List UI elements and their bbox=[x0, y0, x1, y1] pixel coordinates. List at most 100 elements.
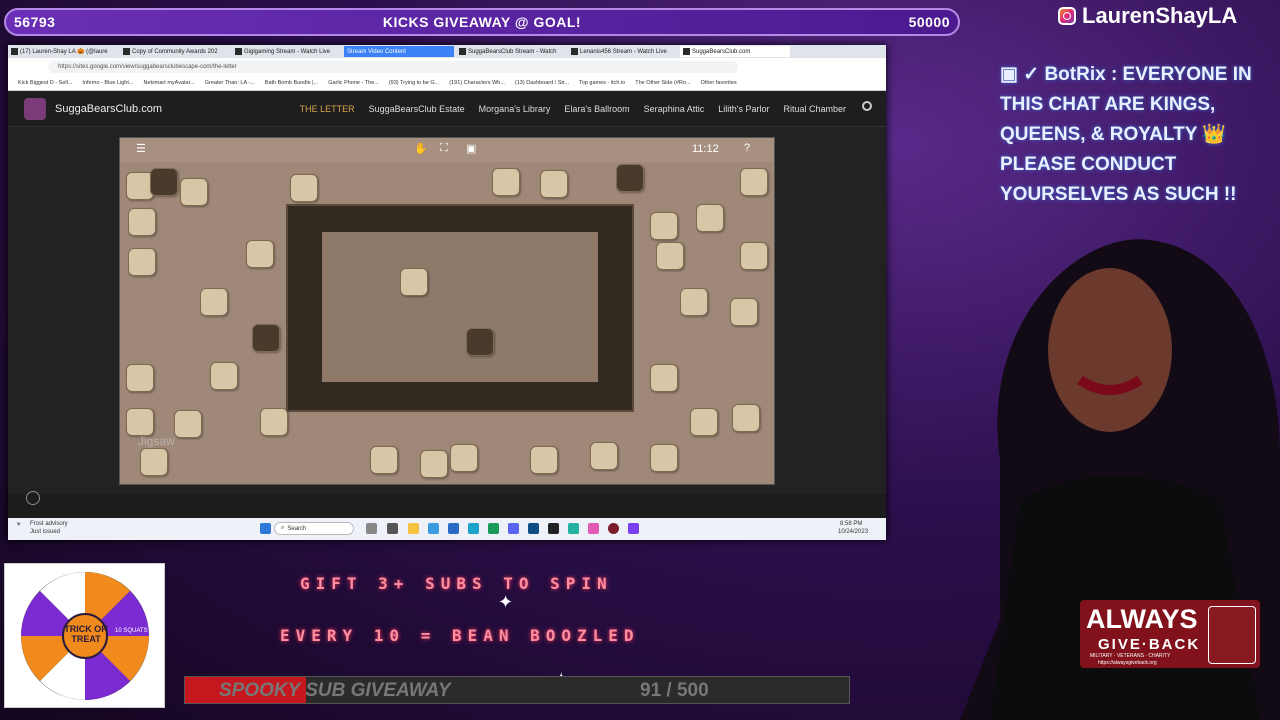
site-nav: SuggaBearsClub.com THE LETTER SuggaBears… bbox=[8, 91, 886, 127]
nav-link-ballroom[interactable]: Elara's Ballroom bbox=[564, 104, 629, 114]
search-icon: ⌕ bbox=[281, 525, 285, 531]
jigsaw-puzzle[interactable]: ☰ ✋ ⛶ ▣ 11:12 ? Jigsaw bbox=[119, 137, 775, 485]
puzzle-piece[interactable] bbox=[400, 268, 428, 296]
agb-url: https://alwaysgiveback.org bbox=[1098, 660, 1157, 666]
bookmark[interactable]: Other favorites bbox=[701, 80, 737, 86]
puzzle-piece[interactable] bbox=[656, 242, 684, 270]
nav-link-the-letter[interactable]: THE LETTER bbox=[300, 104, 355, 114]
puzzle-piece[interactable] bbox=[252, 324, 280, 352]
bookmark[interactable]: Garlic Phone - The... bbox=[328, 80, 379, 86]
clock-date[interactable]: 10/24/2023 bbox=[838, 529, 868, 535]
app-icon[interactable] bbox=[508, 523, 519, 534]
bookmark[interactable]: (93) Trying to be G... bbox=[389, 80, 439, 86]
app-icon[interactable] bbox=[428, 523, 439, 534]
app-icon[interactable] bbox=[588, 523, 599, 534]
browser-tab[interactable]: Stream Video Content bbox=[344, 46, 454, 57]
puzzle-piece[interactable] bbox=[690, 408, 718, 436]
puzzle-piece[interactable] bbox=[126, 408, 154, 436]
search-icon[interactable] bbox=[862, 101, 872, 111]
nav-link-attic[interactable]: Seraphina Attic bbox=[644, 104, 705, 114]
puzzle-piece[interactable] bbox=[370, 446, 398, 474]
puzzle-piece[interactable] bbox=[174, 410, 202, 438]
site-logo[interactable] bbox=[24, 97, 46, 120]
clock-time[interactable]: 8:58 PM bbox=[840, 521, 862, 527]
tab-label: SuggaBearsClub Stream - Watch bbox=[468, 48, 557, 55]
app-icon[interactable] bbox=[448, 523, 459, 534]
puzzle-piece[interactable] bbox=[140, 448, 168, 476]
puzzle-timer: 11:12 bbox=[692, 143, 719, 155]
bookmark[interactable]: Netsmart myAvatar... bbox=[143, 80, 194, 86]
start-icon[interactable] bbox=[260, 523, 271, 534]
puzzle-piece[interactable] bbox=[210, 362, 238, 390]
puzzle-piece[interactable] bbox=[696, 204, 724, 232]
edge-icon[interactable] bbox=[468, 523, 479, 534]
file-explorer-icon[interactable] bbox=[408, 523, 419, 534]
puzzle-piece[interactable] bbox=[180, 178, 208, 206]
puzzle-piece[interactable] bbox=[740, 242, 768, 270]
puzzle-piece[interactable] bbox=[466, 328, 494, 356]
puzzle-piece[interactable] bbox=[126, 364, 154, 392]
weather-title[interactable]: Frost advisory bbox=[30, 521, 68, 527]
puzzle-piece[interactable] bbox=[246, 240, 274, 268]
info-icon[interactable] bbox=[26, 491, 40, 505]
puzzle-piece[interactable] bbox=[616, 164, 644, 192]
nav-link-parlor[interactable]: Lilith's Parlor bbox=[718, 104, 769, 114]
app-icon[interactable] bbox=[628, 523, 639, 534]
puzzle-piece[interactable] bbox=[650, 212, 678, 240]
puzzle-piece[interactable] bbox=[732, 404, 760, 432]
menu-icon[interactable]: ☰ bbox=[136, 142, 146, 155]
puzzle-piece[interactable] bbox=[200, 288, 228, 316]
app-icon[interactable] bbox=[528, 523, 539, 534]
puzzle-piece[interactable] bbox=[260, 408, 288, 436]
app-icon[interactable] bbox=[548, 523, 559, 534]
app-icon[interactable] bbox=[568, 523, 579, 534]
bookmark[interactable]: (13) Dashboard / Str... bbox=[515, 80, 569, 86]
obs-icon[interactable] bbox=[608, 523, 619, 534]
image-icon[interactable]: ▣ bbox=[466, 142, 476, 155]
url-field[interactable]: https://sites.google.com/view/suggabears… bbox=[48, 61, 738, 73]
puzzle-piece[interactable] bbox=[150, 168, 178, 196]
help-icon[interactable]: ? bbox=[744, 142, 750, 154]
app-icon[interactable] bbox=[387, 523, 398, 534]
wheel-segment-label: 10 SQUATS bbox=[115, 628, 148, 634]
hand-icon[interactable]: ✋ bbox=[414, 142, 428, 155]
puzzle-piece[interactable] bbox=[650, 444, 678, 472]
site-name[interactable]: SuggaBearsClub.com bbox=[55, 103, 162, 115]
puzzle-piece[interactable] bbox=[128, 208, 156, 236]
puzzle-piece[interactable] bbox=[540, 170, 568, 198]
bookmark[interactable]: Bath Bomb Bundle |... bbox=[265, 80, 318, 86]
browser-tab[interactable]: (17) Lauren-Shay LA 🎃 (@laure bbox=[8, 46, 118, 57]
puzzle-piece[interactable] bbox=[290, 174, 318, 202]
browser-tab[interactable]: Lenanis456 Stream - Watch Live bbox=[568, 46, 678, 57]
puzzle-piece[interactable] bbox=[128, 248, 156, 276]
fullscreen-icon[interactable]: ⛶ bbox=[440, 142, 448, 155]
nav-link-ritual-chamber[interactable]: Ritual Chamber bbox=[783, 104, 846, 114]
puzzle-toolbar: ☰ ✋ ⛶ ▣ 11:12 ? bbox=[120, 138, 774, 162]
taskbar-search[interactable]: ⌕ Search bbox=[274, 522, 354, 535]
bookmark[interactable]: Top games - itch.io bbox=[579, 80, 625, 86]
task-view-icon[interactable] bbox=[366, 523, 377, 534]
gift-subs-text: GIFT 3+ SUBS TO SPIN bbox=[300, 574, 613, 593]
app-icon[interactable] bbox=[488, 523, 499, 534]
browser-tab[interactable]: SuggaBearsClub Stream - Watch bbox=[456, 46, 566, 57]
puzzle-piece[interactable] bbox=[730, 298, 758, 326]
puzzle-piece[interactable] bbox=[650, 364, 678, 392]
browser-tab[interactable]: Gigigaming Stream - Watch Live bbox=[232, 46, 342, 57]
bookmark[interactable]: (191) Characters Wh... bbox=[449, 80, 505, 86]
tab-favicon-icon bbox=[123, 48, 130, 55]
browser-tab[interactable]: Copy of Community Awards 202 bbox=[120, 46, 230, 57]
puzzle-piece[interactable] bbox=[740, 168, 768, 196]
bookmark[interactable]: Greater Than: LA -... bbox=[205, 80, 255, 86]
browser-tab-active[interactable]: SuggaBearsClub.com bbox=[680, 46, 790, 57]
bookmark[interactable]: Kick Biggest D - Sell... bbox=[18, 80, 72, 86]
puzzle-piece[interactable] bbox=[590, 442, 618, 470]
bookmark[interactable]: The Other Side (#Ro... bbox=[635, 80, 690, 86]
puzzle-piece[interactable] bbox=[530, 446, 558, 474]
nav-link-estate[interactable]: SuggaBearsClub Estate bbox=[369, 104, 465, 114]
puzzle-piece[interactable] bbox=[420, 450, 448, 478]
nav-link-library[interactable]: Morgana's Library bbox=[479, 104, 551, 114]
puzzle-piece[interactable] bbox=[492, 168, 520, 196]
puzzle-piece[interactable] bbox=[450, 444, 478, 472]
bookmark[interactable]: Inferno - Blue Light... bbox=[82, 80, 133, 86]
puzzle-piece[interactable] bbox=[680, 288, 708, 316]
